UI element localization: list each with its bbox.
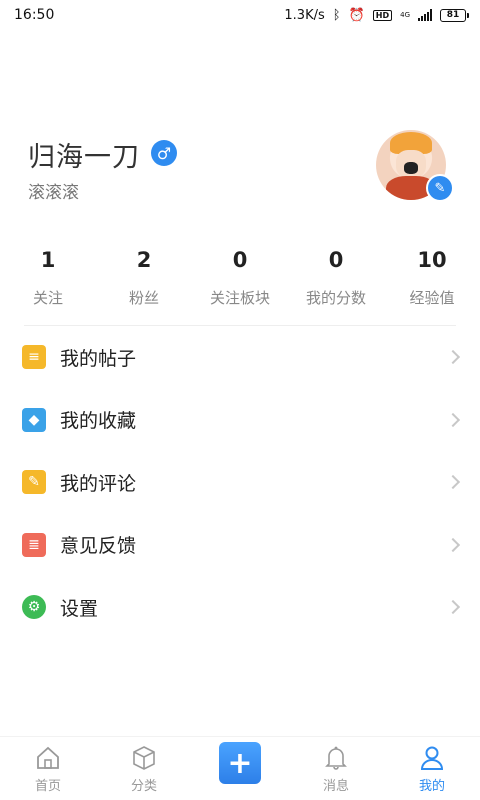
home-icon [37, 746, 59, 769]
favorites-cube-icon: ◆ [22, 407, 46, 432]
category-cube-icon [133, 746, 155, 770]
stat-followed-boards[interactable]: 0 关注板块 [192, 245, 288, 308]
menu-item-label: 我的帖子 [60, 347, 137, 370]
chevron-right-icon [445, 350, 461, 365]
status-indicators: 1.3K/s ᛒ ⏰ HD 4G 81 [284, 7, 469, 23]
stat-value: 0 [328, 248, 344, 272]
network-label: 4G [400, 11, 410, 19]
status-bar: 16:50 1.3K/s ᛒ ⏰ HD 4G 81 [0, 0, 480, 30]
menu-item-label: 意见反馈 [60, 535, 137, 558]
stat-value: 2 [136, 248, 152, 272]
alarm-icon: ⏰ [348, 7, 365, 23]
chevron-right-icon [445, 412, 461, 427]
chevron-right-icon [445, 475, 461, 490]
chevron-right-icon [445, 537, 461, 552]
menu-item-my-comments[interactable]: ✎ 我的评论 [0, 451, 480, 514]
stat-fans[interactable]: 2 粉丝 [96, 245, 192, 308]
signal-icon [418, 9, 432, 21]
status-time: 16:50 [14, 7, 55, 23]
stat-following[interactable]: 1 关注 [0, 245, 96, 308]
tab-label: 首页 [34, 779, 61, 794]
username: 归海一刀 [28, 142, 140, 173]
battery-indicator: 81 [440, 8, 469, 22]
stat-my-score[interactable]: 0 我的分数 [288, 245, 384, 308]
stat-experience[interactable]: 10 经验值 [384, 245, 480, 308]
menu-item-settings[interactable]: ⚙ 设置 [0, 576, 480, 639]
profile-screen: 16:50 1.3K/s ᛒ ⏰ HD 4G 81 归海一刀 ♂ 滚滚滚 ✎ 1… [0, 0, 480, 800]
tab-mine[interactable]: 我的 [384, 737, 480, 800]
comments-edit-icon: ✎ [22, 470, 46, 495]
user-icon [420, 746, 444, 770]
stat-value: 10 [417, 248, 447, 272]
menu-list: ≡ 我的帖子 ◆ 我的收藏 ✎ 我的评论 ≣ 意见反馈 ⚙ 设置 [0, 326, 480, 639]
plus-icon: + [219, 742, 261, 784]
tab-home[interactable]: 首页 [0, 737, 96, 800]
menu-item-my-posts[interactable]: ≡ 我的帖子 [0, 326, 480, 389]
stat-label: 我的分数 [305, 289, 366, 307]
stats-row: 1 关注 2 粉丝 0 关注板块 0 我的分数 10 经验值 [0, 245, 480, 308]
tab-post[interactable]: + [192, 737, 288, 800]
tab-label: 消息 [322, 779, 349, 794]
network-speed: 1.3K/s [284, 7, 325, 23]
chevron-right-icon [445, 600, 461, 615]
user-signature: 滚滚滚 [28, 183, 79, 203]
menu-item-feedback[interactable]: ≣ 意见反馈 [0, 514, 480, 577]
profile-header: 归海一刀 ♂ 滚滚滚 ✎ [0, 130, 480, 210]
menu-item-label: 我的收藏 [60, 410, 137, 433]
feedback-clipboard-icon: ≣ [22, 532, 46, 557]
settings-gear-icon: ⚙ [22, 595, 46, 620]
hd-badge: HD [372, 9, 393, 21]
tab-label: 分类 [130, 779, 157, 794]
stat-value: 0 [232, 248, 248, 272]
menu-item-label: 设置 [60, 597, 99, 620]
bell-icon [325, 746, 347, 770]
edit-profile-icon[interactable]: ✎ [426, 174, 454, 202]
stat-label: 关注板块 [209, 289, 270, 307]
stat-label: 关注 [32, 289, 63, 307]
menu-item-label: 我的评论 [60, 472, 137, 495]
bottom-tab-bar: 首页 分类 + 消息 我的 [0, 736, 480, 800]
tab-messages[interactable]: 消息 [288, 737, 384, 800]
posts-icon: ≡ [22, 345, 46, 370]
stat-value: 1 [40, 248, 56, 272]
stat-label: 经验值 [409, 289, 455, 307]
tab-category[interactable]: 分类 [96, 737, 192, 800]
male-gender-icon: ♂ [151, 140, 177, 166]
bluetooth-icon: ᛒ [332, 7, 341, 23]
tab-label: 我的 [418, 779, 445, 794]
stat-label: 粉丝 [128, 289, 159, 307]
menu-item-my-favorites[interactable]: ◆ 我的收藏 [0, 389, 480, 452]
